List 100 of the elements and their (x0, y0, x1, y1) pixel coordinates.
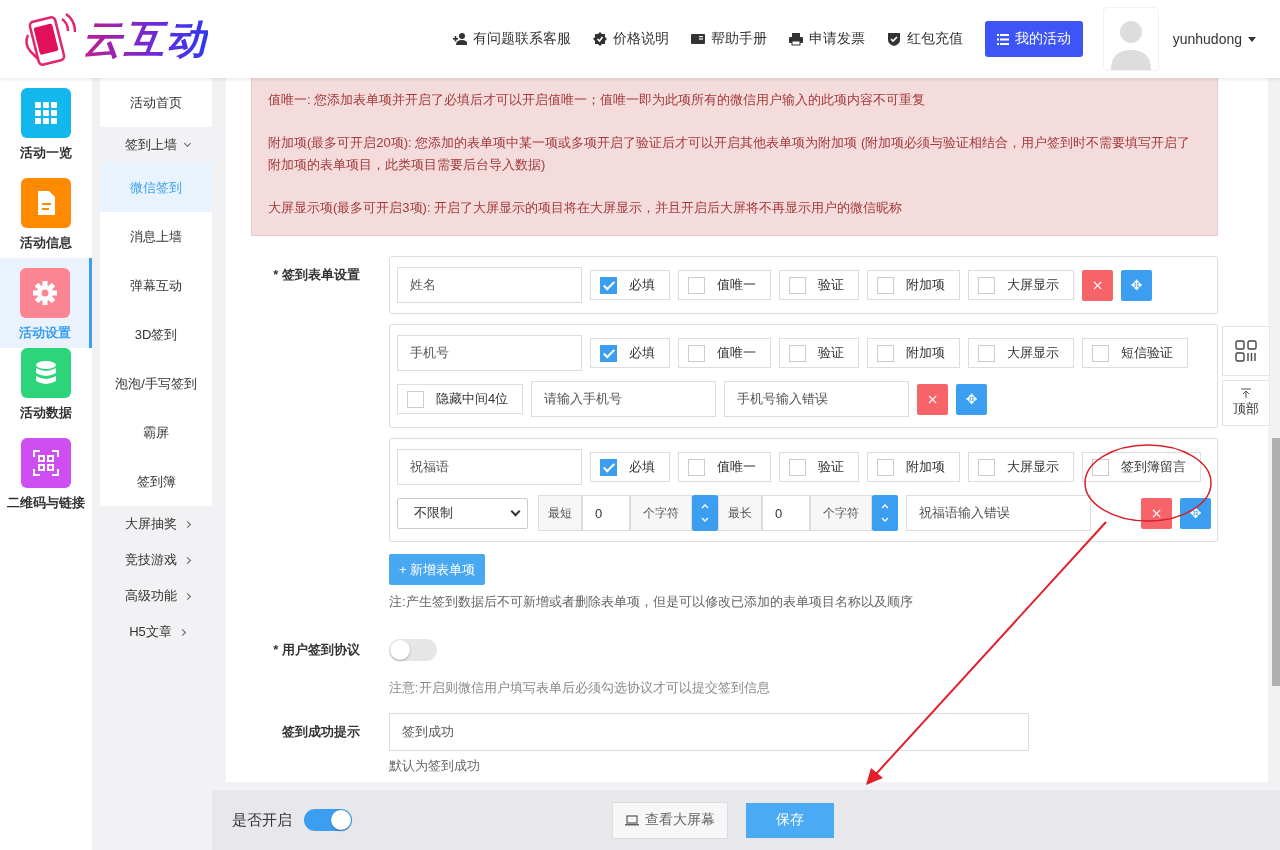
form-label: * 签到表单设置 (272, 266, 361, 284)
checkbox-option[interactable]: 大屏显示 (968, 452, 1074, 482)
checkbox[interactable] (789, 344, 806, 362)
success-message-input[interactable]: 签到成功 (389, 713, 1029, 751)
checkbox-option[interactable]: 签到簿留言 (1082, 452, 1201, 482)
up-down-chevron-icon (700, 502, 710, 524)
spinner-button[interactable] (692, 495, 718, 531)
laptop-icon (625, 814, 639, 826)
qr-code-button[interactable] (1222, 326, 1270, 376)
notice-text: 值唯一: 您添加表单项并开启了必填后才可以开启值唯一；值唯一即为此项所有的微信用户输入的此项内容不可重复 (268, 91, 927, 109)
checkbox-option[interactable]: 必填 (590, 270, 670, 300)
avatar-silhouette[interactable] (1102, 7, 1159, 71)
submenu-item[interactable]: 消息上墙 (100, 212, 212, 261)
rail-label: 活动一览 (20, 144, 72, 162)
database-icon (33, 360, 59, 386)
unit-label: 个字符 (810, 495, 872, 531)
checkbox[interactable] (1092, 458, 1109, 476)
checkbox-option[interactable]: 值唯一 (678, 452, 771, 482)
checkbox-option[interactable]: 附加项 (867, 270, 960, 300)
max-length-input[interactable]: 0 (762, 495, 810, 531)
form-label: * 用户签到协议 (272, 641, 361, 659)
checkbox[interactable] (600, 344, 617, 362)
checkbox[interactable] (688, 458, 705, 476)
rail-item[interactable]: 活动数据 (0, 348, 92, 438)
phone-logo-icon (22, 11, 76, 67)
user-menu[interactable]: yunhudong (1172, 31, 1256, 47)
checkbox-option[interactable]: 附加项 (867, 452, 960, 482)
checkbox[interactable] (877, 276, 894, 294)
checkbox-option[interactable]: 短信验证 (1082, 338, 1188, 368)
checkbox-option[interactable]: 值唯一 (678, 338, 771, 368)
form-note: 注:产生签到数据后不可新增或者删除表单项，但是可以修改已添加的表单项目名称以及顺序 (389, 593, 914, 611)
up-down-chevron-icon (880, 502, 890, 524)
agreement-note: 注意:开启则微信用户填写表单后必须勾选协议才可以提交签到信息 (389, 679, 771, 697)
grid-icon (33, 100, 59, 126)
notice-text: 大屏显示项(最多可开启3项): 开启了大屏显示的项目将在大屏显示，并且开启后大屏将不再显示用户的微信昵称 (268, 199, 904, 217)
checkbox-option[interactable]: 大屏显示 (968, 338, 1074, 368)
checkbox[interactable] (407, 390, 424, 408)
notice-text: 附加项(最多可开启20项): 您添加的表单项中某一项或多项开启了验证后才可以开启其他表单项为附加项 (附加项必须与验证相结合，用户签到时不需要填写开启了附加项的表单项目，此类项目需要后台导入数据) (268, 134, 1192, 174)
user-add-icon (452, 32, 467, 46)
form-label: 签到成功提示 (281, 723, 361, 741)
rail-item[interactable]: 二维码与链接 (0, 438, 92, 528)
enable-label: 是否开启 (232, 810, 292, 830)
max-length-label: 最长 (718, 495, 762, 531)
field-name-input[interactable]: 祝福语 (397, 449, 582, 485)
submenu-item[interactable]: 3D签到 (100, 310, 212, 359)
checkbox-option[interactable]: 验证 (779, 270, 859, 300)
my-activities-button[interactable]: 我的活动 (984, 21, 1083, 57)
checkbox[interactable] (978, 344, 995, 362)
min-length-label: 最短 (538, 495, 582, 531)
rail-label: 活动信息 (20, 234, 72, 252)
checkbox[interactable] (978, 458, 995, 476)
nav-link[interactable]: 申请发票 (788, 30, 865, 48)
checkbox[interactable] (789, 458, 806, 476)
checkbox-option[interactable]: 必填 (590, 338, 670, 368)
submenu-item[interactable]: 签到簿 (100, 457, 212, 506)
limit-select[interactable]: 不限制 (397, 497, 528, 529)
rail-label: 活动数据 (20, 404, 72, 422)
nav-link[interactable]: 有问题联系客服 (452, 30, 571, 48)
unit-label: 个字符 (630, 495, 692, 531)
rail-label: 活动设置 (18, 324, 71, 342)
checkbox[interactable] (1092, 344, 1109, 362)
checkbox[interactable] (600, 458, 617, 476)
rail-item[interactable]: 活动一览 (0, 88, 92, 178)
checkbox-option[interactable]: 必填 (590, 452, 670, 482)
nav-link[interactable]: 价格说明 (592, 30, 669, 48)
checkbox-option[interactable]: 隐藏中间4位 (397, 384, 524, 414)
checkbox[interactable] (877, 458, 894, 476)
checkbox-option[interactable]: 大屏显示 (968, 270, 1074, 300)
checkbox-option[interactable]: 验证 (779, 452, 859, 482)
checkbox[interactable] (789, 276, 806, 294)
checkbox[interactable] (978, 276, 995, 294)
checkbox[interactable] (688, 344, 705, 362)
toggle-switch[interactable] (389, 639, 437, 661)
checkbox[interactable] (688, 276, 705, 294)
scrollbar-thumb[interactable] (1272, 438, 1280, 686)
submenu-item[interactable]: 泡泡/手写签到 (100, 359, 212, 408)
placeholder-text-input[interactable]: 请输入手机号 (531, 381, 717, 417)
min-length-input[interactable]: 0 (582, 495, 630, 531)
nav-link[interactable]: 帮助手册 (690, 30, 767, 48)
error-text-input[interactable]: 祝福语输入错误 (906, 495, 1091, 531)
checkbox[interactable] (600, 276, 617, 294)
submenu-item[interactable]: 霸屏 (100, 408, 212, 457)
checkbox-option[interactable]: 验证 (779, 338, 859, 368)
caret-icon (1248, 36, 1256, 42)
qr-code-icon (1235, 340, 1257, 362)
back-to-top-button[interactable]: 顶部 (1222, 380, 1270, 426)
shield-check-icon (886, 32, 901, 46)
submenu-item[interactable]: 弹幕互动 (100, 261, 212, 310)
submenu-item[interactable]: 活动首页 (100, 78, 212, 127)
error-text-input[interactable]: 手机号输入错误 (724, 381, 910, 417)
checkbox-option[interactable]: 值唯一 (678, 270, 771, 300)
field-name-input[interactable]: 手机号 (397, 335, 582, 371)
checkbox-option[interactable]: 附加项 (867, 338, 960, 368)
preview-screen-button[interactable]: 查看大屏幕 (612, 801, 728, 839)
badge-icon (592, 32, 607, 46)
nav-link[interactable]: 红包充值 (886, 30, 963, 48)
field-name-input[interactable]: 姓名 (397, 267, 582, 303)
spinner-button[interactable] (872, 495, 898, 531)
checkbox[interactable] (877, 344, 894, 362)
toggle-switch[interactable] (304, 809, 352, 831)
